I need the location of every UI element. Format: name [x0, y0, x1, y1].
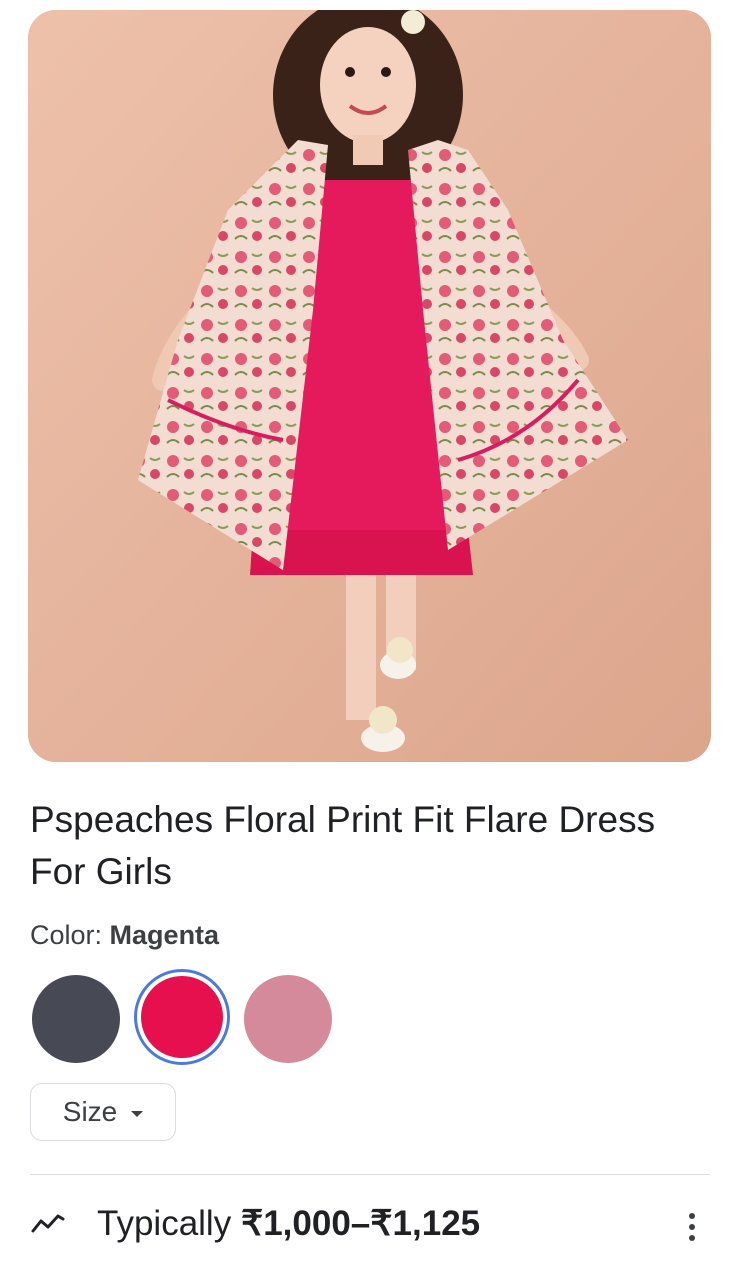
size-label: Size [62, 1096, 118, 1127]
price-prefix: Typically [97, 1204, 232, 1243]
product-photo [28, 10, 711, 762]
more-vert-icon[interactable] [684, 1212, 700, 1242]
product-title: Pspeaches Floral Print Fit Flare Dress F… [30, 799, 656, 892]
product-image[interactable] [28, 10, 711, 762]
price-range: ₹1,000–₹1,125 [240, 1204, 481, 1243]
size-dropdown-button[interactable]: Size [30, 1083, 176, 1141]
trend-icon [31, 1214, 65, 1233]
color-label: Color: [30, 920, 103, 950]
caret-down-icon [131, 1110, 144, 1117]
selected-color-name: Magenta [109, 920, 220, 950]
color-swatch-magenta-fill [141, 976, 223, 1058]
divider [30, 1174, 710, 1175]
color-swatch-dark-gray[interactable] [32, 975, 120, 1063]
color-label-row: Color: Magenta [30, 920, 219, 951]
color-swatch-magenta[interactable] [134, 969, 230, 1065]
color-swatch-pink[interactable] [244, 975, 332, 1063]
price-row[interactable]: Typically ₹1,000–₹1,125 [30, 1198, 710, 1258]
price-range-text: Typically ₹1,000–₹1,125 [97, 1204, 480, 1244]
